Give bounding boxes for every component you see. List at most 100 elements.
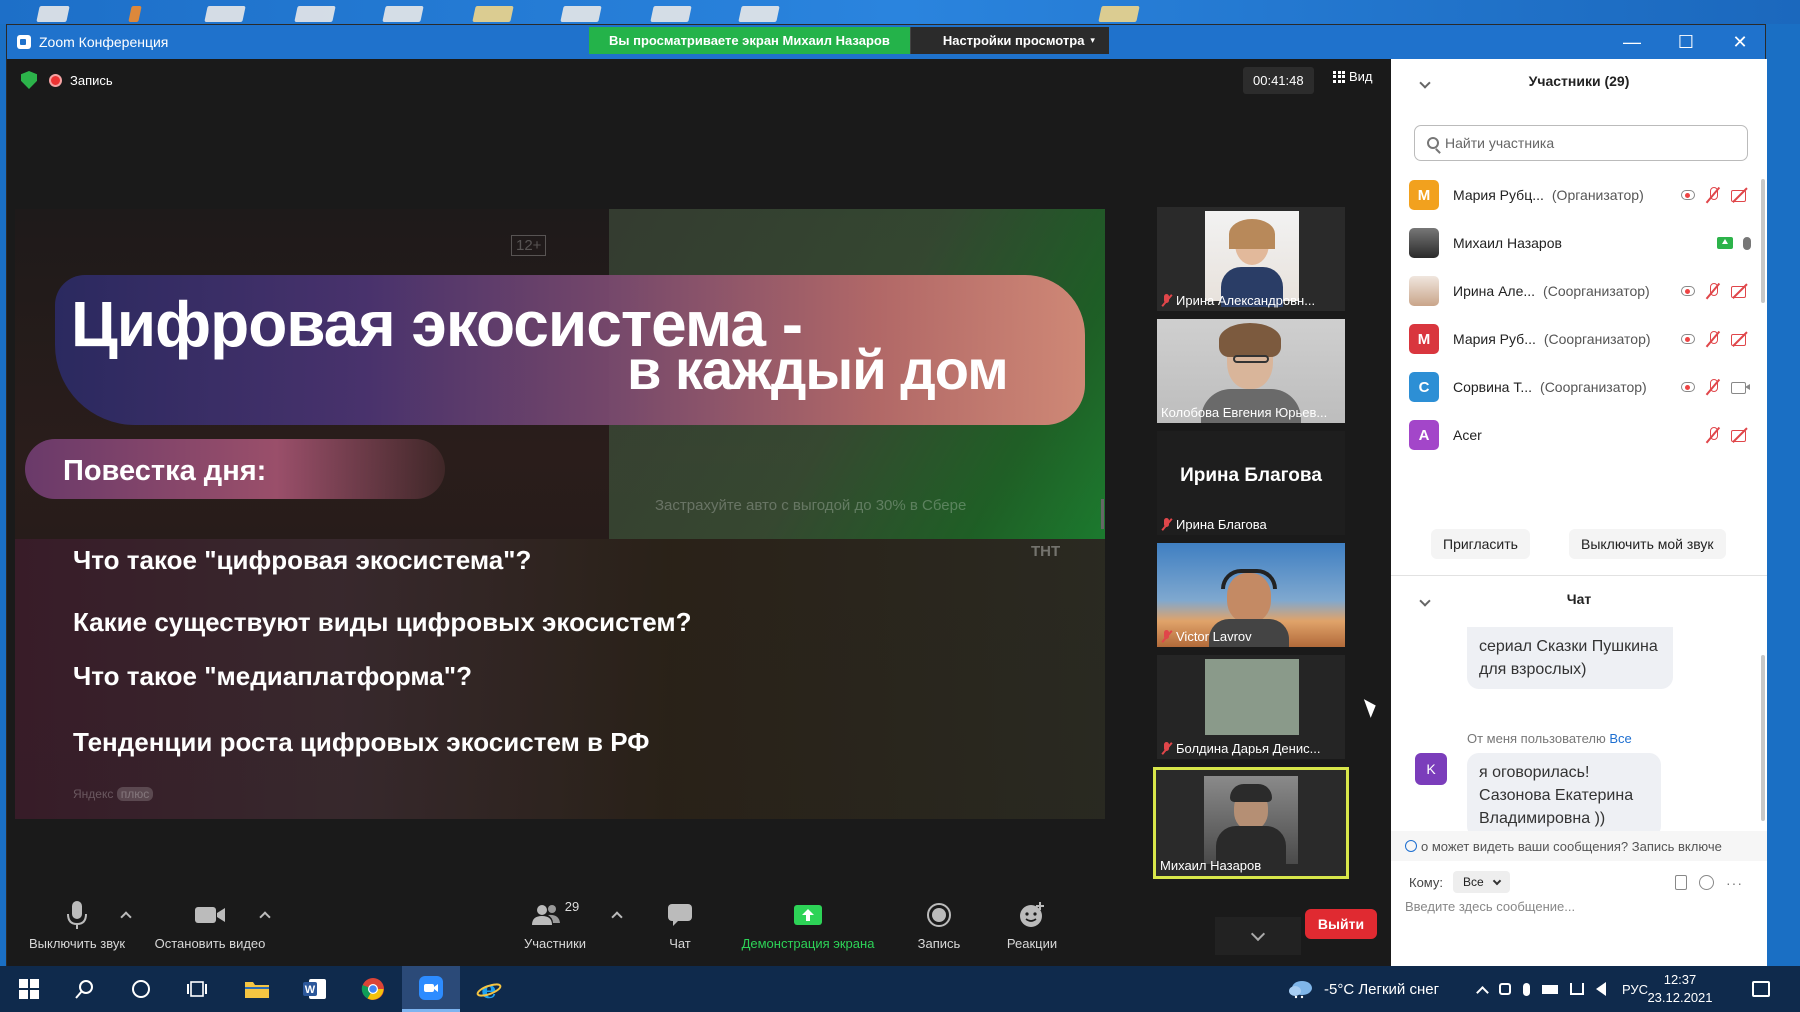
splitter-handle[interactable] bbox=[1101, 499, 1104, 529]
chevron-down-icon: ▾ bbox=[1090, 35, 1095, 45]
cortana-button[interactable] bbox=[112, 966, 170, 1012]
chat-from-prefix: От меня пользователю bbox=[1467, 731, 1606, 746]
participants-label: Участники bbox=[523, 936, 587, 951]
battery-icon[interactable] bbox=[1542, 984, 1558, 994]
participants-count: 29 bbox=[564, 899, 580, 914]
chat-tools: ··· bbox=[1675, 875, 1743, 891]
taskbar-word[interactable]: W bbox=[286, 966, 344, 1012]
rating-badge: 12+ bbox=[511, 235, 547, 256]
video-tile[interactable]: Ирина Благова Ирина Благова bbox=[1157, 431, 1345, 535]
video-tile[interactable]: Болдина Дарья Денис... bbox=[1157, 655, 1345, 759]
microphone-icon bbox=[66, 899, 88, 931]
desktop-icon[interactable] bbox=[382, 6, 424, 22]
chat-recipient-link[interactable]: Все bbox=[1609, 731, 1631, 746]
stop-video-button[interactable]: Остановить видео bbox=[145, 899, 275, 951]
participant-row[interactable]: С Сорвина Т... (Соорганизатор) bbox=[1391, 363, 1767, 411]
desktop-icon[interactable] bbox=[560, 6, 602, 22]
view-button[interactable]: Вид bbox=[1333, 69, 1373, 84]
chat-recipient-value: Все bbox=[1463, 875, 1484, 889]
participant-video bbox=[1204, 776, 1298, 866]
taskbar-file-explorer[interactable] bbox=[228, 966, 286, 1012]
screen-sharing-icon bbox=[1717, 237, 1733, 249]
participant-row[interactable]: М Мария Рубц... (Организатор) bbox=[1391, 171, 1767, 219]
maximize-button[interactable]: ☐ bbox=[1659, 25, 1713, 59]
notifications-button[interactable] bbox=[1752, 966, 1770, 1012]
participant-name: Сорвина Т... bbox=[1453, 379, 1533, 395]
desktop-icon[interactable] bbox=[294, 6, 336, 22]
desktop-icon[interactable] bbox=[36, 6, 70, 22]
share-screen-button[interactable]: Демонстрация экрана bbox=[731, 899, 885, 951]
shield-icon[interactable] bbox=[21, 71, 37, 89]
volume-icon[interactable] bbox=[1596, 982, 1606, 996]
taskbar-chrome[interactable] bbox=[344, 966, 402, 1012]
participant-row[interactable]: Михаил Назаров bbox=[1391, 219, 1767, 267]
mute-me-button[interactable]: Выключить мой звук bbox=[1569, 529, 1726, 559]
chevron-up-icon[interactable] bbox=[1476, 985, 1489, 999]
file-icon[interactable] bbox=[1675, 875, 1687, 890]
participants-button[interactable]: 29 Участники bbox=[515, 899, 595, 951]
search-button[interactable] bbox=[56, 966, 114, 1012]
more-options-icon[interactable]: ··· bbox=[1726, 875, 1743, 891]
mic-muted-icon bbox=[1705, 378, 1721, 396]
desktop-icon[interactable] bbox=[472, 6, 514, 22]
windows-taskbar: W e -5°C Легкий снег РУС 12:37 23.12.202… bbox=[0, 966, 1800, 1012]
close-button[interactable]: ✕ bbox=[1713, 25, 1767, 59]
meeting-timer: 00:41:48 bbox=[1243, 67, 1314, 94]
video-thumbnails: Ирина Александровн... Колобова Евгения Ю… bbox=[1153, 207, 1349, 887]
internet-explorer-icon: e bbox=[476, 977, 502, 1001]
record-button[interactable]: Запись bbox=[911, 899, 967, 951]
invite-button[interactable]: Пригласить bbox=[1431, 529, 1530, 559]
grid-icon bbox=[1333, 70, 1345, 83]
chat-recipient-select[interactable]: Все bbox=[1453, 871, 1510, 893]
meet-now-icon[interactable] bbox=[1499, 983, 1511, 995]
view-settings-button[interactable]: Настройки просмотра ▾ bbox=[909, 27, 1109, 54]
emoji-icon[interactable] bbox=[1699, 875, 1714, 890]
chat-bubble-icon bbox=[667, 899, 693, 931]
chat-scrollbar[interactable] bbox=[1761, 655, 1765, 821]
participant-search-input[interactable] bbox=[1445, 135, 1725, 151]
video-tile[interactable]: Ирина Александровн... bbox=[1157, 207, 1345, 311]
desktop-icon[interactable] bbox=[204, 6, 246, 22]
chat-title: Чат bbox=[1566, 591, 1592, 607]
video-tile[interactable]: Victor Lavrov bbox=[1157, 543, 1345, 647]
video-tile-active-speaker[interactable]: Михаил Назаров bbox=[1153, 767, 1349, 879]
avatar: М bbox=[1409, 324, 1439, 354]
participant-search[interactable] bbox=[1414, 125, 1748, 161]
desktop-icon[interactable] bbox=[1098, 6, 1140, 22]
participant-role: (Соорганизатор) bbox=[1540, 379, 1647, 395]
mute-button[interactable]: Выключить звук bbox=[17, 899, 137, 951]
video-tile[interactable]: Колобова Евгения Юрьев... bbox=[1157, 319, 1345, 423]
participant-video bbox=[1205, 659, 1299, 735]
start-button[interactable] bbox=[0, 966, 58, 1012]
leave-button[interactable]: Выйти bbox=[1305, 909, 1377, 939]
video-camera-icon bbox=[1731, 380, 1751, 394]
chat-message-input[interactable] bbox=[1405, 899, 1745, 914]
folder-icon bbox=[245, 982, 269, 998]
smiley-plus-icon bbox=[1018, 899, 1046, 931]
participant-name-text: Ирина Александровн... bbox=[1176, 293, 1316, 308]
desktop-icon[interactable] bbox=[128, 6, 142, 22]
desktop-icon[interactable] bbox=[738, 6, 780, 22]
participants-options-caret[interactable] bbox=[611, 911, 623, 923]
participant-video bbox=[1205, 211, 1299, 307]
participants-scrollbar[interactable] bbox=[1761, 179, 1765, 303]
network-icon[interactable] bbox=[1570, 983, 1584, 995]
weather-text: -5°C Легкий снег bbox=[1324, 980, 1440, 998]
window-title: Zoom Конференция bbox=[39, 34, 169, 50]
minimize-button[interactable]: — bbox=[1605, 25, 1659, 59]
desktop-icon[interactable] bbox=[650, 6, 692, 22]
participant-row[interactable]: Ирина Але... (Соорганизатор) bbox=[1391, 267, 1767, 315]
chat-privacy-notice[interactable]: о может видеть ваши сообщения? Запись вк… bbox=[1391, 831, 1767, 861]
weather-widget[interactable]: -5°C Легкий снег bbox=[1288, 966, 1439, 1012]
participant-row[interactable]: A Acer bbox=[1391, 411, 1767, 459]
clock-time: 12:37 bbox=[1663, 972, 1697, 987]
participant-row[interactable]: М Мария Руб... (Соорганизатор) bbox=[1391, 315, 1767, 363]
clock[interactable]: 12:37 23.12.2021 bbox=[1640, 971, 1720, 1007]
taskbar-zoom[interactable] bbox=[402, 966, 460, 1012]
reactions-button[interactable]: Реакции bbox=[997, 899, 1067, 951]
mouse-cursor-icon bbox=[1363, 696, 1380, 718]
microphone-icon[interactable] bbox=[1523, 982, 1530, 996]
taskbar-internet-explorer[interactable]: e bbox=[460, 966, 518, 1012]
chat-button[interactable]: Чат bbox=[655, 899, 705, 951]
task-view-button[interactable] bbox=[168, 966, 226, 1012]
